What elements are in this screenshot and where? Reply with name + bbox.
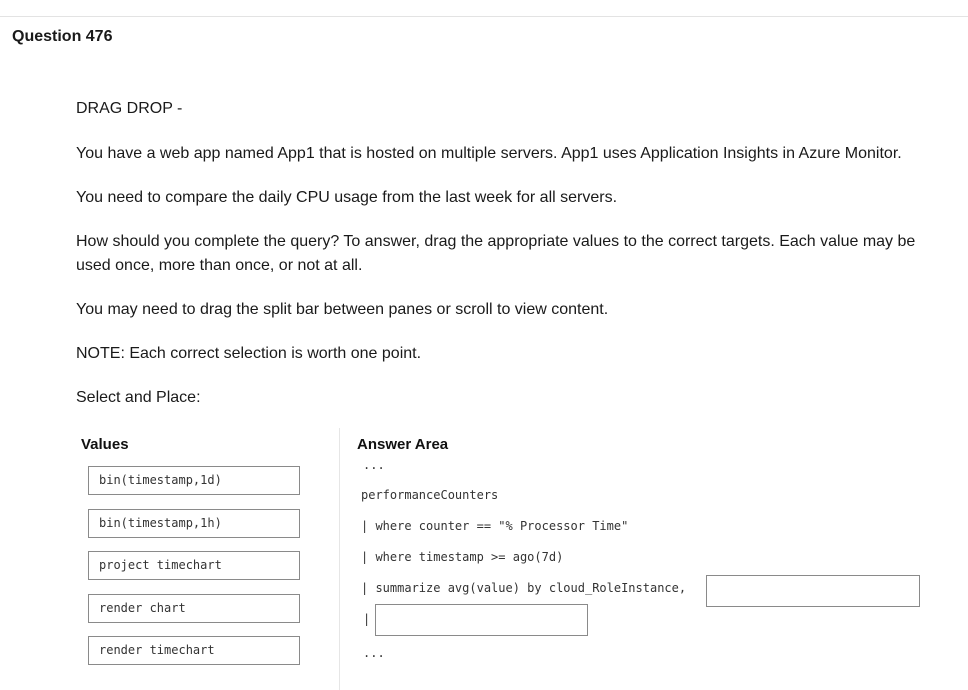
drag-drop-exhibit: Values Answer Area bin(timestamp,1d) bin…: [76, 428, 956, 690]
value-bin-1h[interactable]: bin(timestamp,1h): [88, 509, 300, 538]
query-line-pipe: |: [363, 612, 371, 626]
drop-target-summarize-bin[interactable]: [706, 575, 920, 607]
top-divider: [0, 16, 968, 17]
requirement-text: You need to compare the daily CPU usage …: [76, 189, 618, 206]
query-line-summarize: | summarize avg(value) by cloud_RoleInst…: [361, 581, 687, 595]
query-ellipsis-bottom: ...: [363, 646, 385, 660]
value-bin-1d[interactable]: bin(timestamp,1d): [88, 466, 300, 495]
value-render-chart[interactable]: render chart: [88, 594, 300, 623]
instructions-text: How should you complete the query? To an…: [76, 233, 916, 274]
select-and-place-label: Select and Place:: [76, 389, 201, 406]
answer-area-heading: Answer Area: [357, 436, 449, 453]
note-text: NOTE: Each correct selection is worth on…: [76, 345, 422, 362]
question-type-heading: DRAG DROP -: [76, 100, 183, 117]
query-line-table: performanceCounters: [361, 488, 499, 502]
value-project-timechart[interactable]: project timechart: [88, 551, 300, 580]
question-title: Question 476: [12, 28, 113, 45]
query-line-timestamp-filter: | where timestamp >= ago(7d): [361, 550, 564, 564]
query-line-counter-filter: | where counter == "% Processor Time": [361, 519, 629, 533]
query-ellipsis-top: ...: [363, 458, 385, 472]
drop-target-render[interactable]: [375, 604, 588, 636]
values-heading: Values: [81, 436, 129, 453]
value-render-timechart[interactable]: render timechart: [88, 636, 300, 665]
scroll-note-text: You may need to drag the split bar betwe…: [76, 301, 609, 318]
pane-split-bar[interactable]: [339, 428, 340, 690]
scenario-text: You have a web app named App1 that is ho…: [76, 145, 902, 162]
